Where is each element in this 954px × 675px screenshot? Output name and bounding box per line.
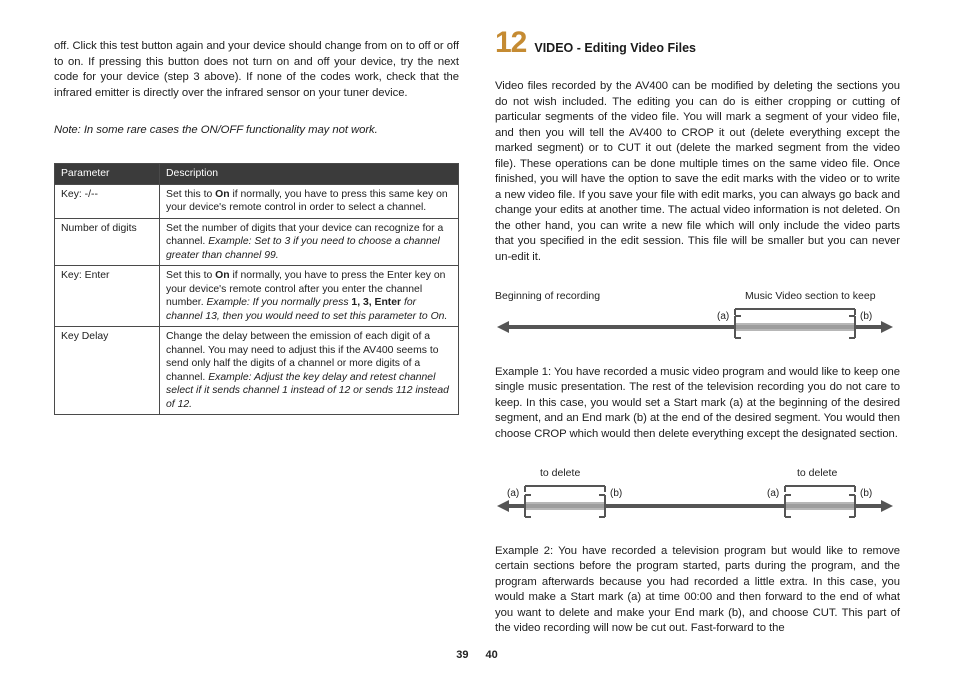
- table-row: Key: -/-- Set this to On if normally, yo…: [55, 184, 459, 218]
- left-intro-paragraph: off. Click this test button again and yo…: [54, 39, 459, 101]
- right-page: 12 VIDEO - Editing Video Files Video fil…: [477, 28, 928, 655]
- page-spread: off. Click this test button again and yo…: [0, 0, 954, 675]
- left-note: Note: In some rare cases the ON/OFF func…: [54, 123, 459, 139]
- desc-example: Example: Set to 3 if you need to choose …: [166, 236, 440, 261]
- param-cell: Key Delay: [55, 327, 160, 415]
- desc-bold: On: [215, 189, 229, 200]
- diagram-cut: to delete to delete (a) (b) (a) (b): [495, 466, 900, 527]
- page-number-left: 39: [456, 649, 468, 661]
- desc-example: Example: If you normally press 1, 3, Ent…: [166, 297, 447, 322]
- left-page: off. Click this test button again and yo…: [26, 28, 477, 655]
- desc-cell: Set this to On if normally, you have to …: [160, 266, 459, 327]
- diagram1-a: (a): [717, 311, 729, 322]
- desc-text: Set this to: [166, 189, 215, 200]
- section-number: 12: [495, 28, 526, 58]
- diagram1-b: (b): [860, 311, 872, 322]
- diagram1-left-label: Beginning of recording: [495, 290, 600, 302]
- diagram-crop: Beginning of recording Music Video secti…: [495, 289, 900, 348]
- desc-cell: Set the number of digits that your devic…: [160, 218, 459, 266]
- example1-paragraph: Example 1: You have recorded a music vid…: [495, 365, 900, 443]
- section-header: 12 VIDEO - Editing Video Files: [495, 28, 900, 58]
- diagram2-delete-left: to delete: [540, 467, 580, 479]
- desc-bold: On: [215, 270, 229, 281]
- param-cell: Key: Enter: [55, 266, 160, 327]
- desc-cell: Change the delay between the emission of…: [160, 327, 459, 415]
- param-cell: Key: -/--: [55, 184, 160, 218]
- page-numbers: 39 40: [0, 649, 954, 661]
- example2-paragraph: Example 2: You have recorded a televisio…: [495, 544, 900, 637]
- table-header-parameter: Parameter: [55, 164, 160, 185]
- desc-example: Example: Adjust the key delay and retest…: [166, 372, 449, 410]
- right-intro-paragraph: Video files recorded by the AV400 can be…: [495, 79, 900, 265]
- page-number-right: 40: [486, 649, 498, 661]
- desc-cell: Set this to On if normally, you have to …: [160, 184, 459, 218]
- diagram2-a1: (a): [507, 488, 519, 499]
- parameter-table: Parameter Description Key: -/-- Set this…: [54, 163, 459, 415]
- desc-text: Set this to: [166, 270, 215, 281]
- section-title: VIDEO - Editing Video Files: [534, 41, 696, 55]
- desc-example-bold: 1, 3, Enter: [351, 297, 401, 308]
- diagram2-b2: (b): [860, 488, 872, 499]
- diagram2-a2: (a): [767, 488, 779, 499]
- table-row: Number of digits Set the number of digit…: [55, 218, 459, 266]
- table-row: Key: Enter Set this to On if normally, y…: [55, 266, 459, 327]
- param-cell: Number of digits: [55, 218, 160, 266]
- diagram2-b1: (b): [610, 488, 622, 499]
- table-header-description: Description: [160, 164, 459, 185]
- diagram2-delete-right: to delete: [797, 467, 837, 479]
- table-row: Key Delay Change the delay between the e…: [55, 327, 459, 415]
- diagram1-right-label: Music Video section to keep: [745, 290, 876, 302]
